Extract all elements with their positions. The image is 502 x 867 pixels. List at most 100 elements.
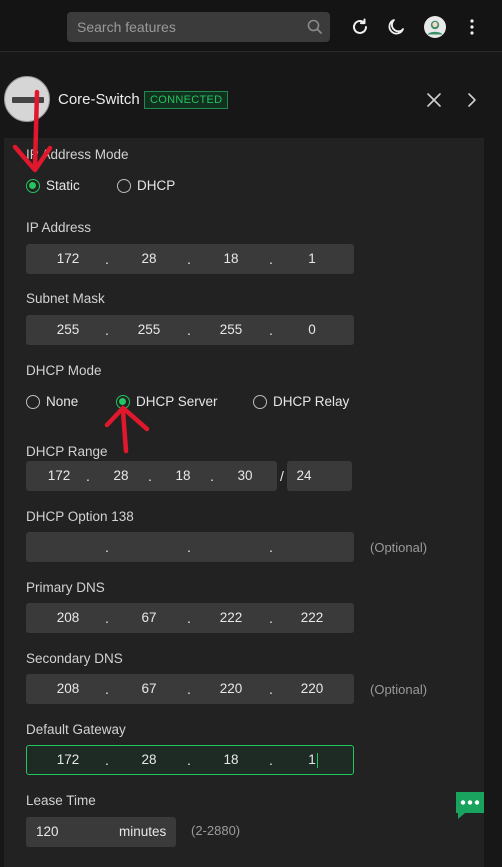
ip-dot: . [105,681,109,697]
ip-dot: . [269,251,273,267]
ip-octet-3[interactable]: 18 [206,244,256,274]
ip-dot: . [86,468,90,484]
radio-dhcp-label: DHCP [137,178,176,193]
switch-icon [12,97,44,103]
default-gateway-field[interactable]: 172 . 28 . 18 . 1 [26,745,354,775]
ip-dot: . [105,322,109,338]
close-icon[interactable] [426,92,442,108]
range-octet-3[interactable]: 18 [158,461,208,491]
prefix-value[interactable]: 24 [279,461,329,491]
ip-dot: . [187,752,191,768]
user-avatar[interactable] [423,15,447,39]
ip-dot: . [210,468,214,484]
mask-octet-1[interactable]: 255 [43,315,93,345]
ip-dot: . [269,610,273,626]
dhcp-range-label: DHCP Range [26,444,108,459]
radio-static-indicator[interactable] [26,178,40,193]
dhcp-option-138-field[interactable]: . . . [26,532,354,562]
dhcp-mode-label: DHCP Mode [26,363,102,378]
dhcp-option-138-label: DHCP Option 138 [26,509,134,524]
optional-hint: (Optional) [370,682,428,697]
chat-icon[interactable] [453,789,487,823]
ip-dot: . [187,251,191,267]
sdns-octet-3[interactable]: 220 [206,674,256,704]
ip-dot: . [105,610,109,626]
lease-time-label: Lease Time [26,793,96,808]
radio-static[interactable]: Static [26,178,80,193]
range-octet-4[interactable]: 30 [220,461,270,491]
ip-dot: . [269,322,273,338]
text-cursor [317,753,318,768]
pdns-octet-4[interactable]: 222 [287,603,337,633]
dhcp-prefix-field[interactable]: 24 [287,461,352,491]
radio-none-label: None [46,394,79,409]
opt138-octet-4[interactable] [287,532,337,562]
refresh-icon[interactable] [349,16,371,38]
moon-icon[interactable] [386,16,408,38]
dhcp-range-field[interactable]: 172 . 28 . 18 . 30 [26,461,277,491]
pdns-octet-3[interactable]: 222 [206,603,256,633]
gw-octet-3[interactable]: 18 [206,745,256,775]
sdns-octet-1[interactable]: 208 [43,674,93,704]
secondary-dns-field[interactable]: 208 . 67 . 220 . 220 [26,674,354,704]
ip-octet-4[interactable]: 1 [287,244,337,274]
ip-octet-2[interactable]: 28 [124,244,174,274]
mask-octet-3[interactable]: 255 [206,315,256,345]
radio-dhcp[interactable]: DHCP [117,178,175,193]
radio-dhcp-server[interactable]: DHCP Server [116,394,218,409]
search-box[interactable] [67,12,330,42]
mask-octet-4[interactable]: 0 [287,315,337,345]
radio-dhcp-server-label: DHCP Server [136,394,218,409]
default-gateway-label: Default Gateway [26,722,126,737]
ip-dot: . [269,539,273,555]
gw-octet-1[interactable]: 172 [43,745,93,775]
radio-dhcp-server-indicator[interactable] [116,394,130,409]
ip-dot: . [105,752,109,768]
ip-dot: . [148,468,152,484]
gw-octet-2[interactable]: 28 [124,745,174,775]
sdns-octet-4[interactable]: 220 [287,674,337,704]
primary-dns-label: Primary DNS [26,580,105,595]
device-avatar [4,76,50,122]
ip-dot: . [187,681,191,697]
gw-octet-4[interactable]: 1 [287,745,337,775]
range-octet-1[interactable]: 172 [34,461,84,491]
device-name: Core-Switch [58,91,140,108]
search-icon[interactable] [306,18,324,36]
radio-dhcp-relay-label: DHCP Relay [273,394,350,409]
ip-dot: . [105,251,109,267]
sdns-octet-2[interactable]: 67 [124,674,174,704]
ip-dot: . [269,752,273,768]
opt138-octet-2[interactable] [124,532,174,562]
chevron-right-icon[interactable] [464,92,480,108]
lease-time-value[interactable]: 120 [36,817,59,847]
radio-dhcp-indicator[interactable] [117,178,131,193]
ip-dot: . [269,681,273,697]
ip-address-label: IP Address [26,220,92,235]
subnet-mask-field[interactable]: 255 . 255 . 255 . 0 [26,315,354,345]
ip-dot: . [187,610,191,626]
pdns-octet-2[interactable]: 67 [124,603,174,633]
radio-none[interactable]: None [26,394,78,409]
primary-dns-field[interactable]: 208 . 67 . 222 . 222 [26,603,354,633]
opt138-octet-3[interactable] [206,532,256,562]
ip-address-field[interactable]: 172 . 28 . 18 . 1 [26,244,354,274]
radio-static-label: Static [46,178,80,193]
lease-time-unit: minutes [119,824,167,839]
mask-octet-2[interactable]: 255 [124,315,174,345]
subnet-mask-label: Subnet Mask [26,291,105,306]
radio-none-indicator[interactable] [26,394,40,409]
radio-dhcp-relay[interactable]: DHCP Relay [253,394,349,409]
more-vertical-icon[interactable] [461,16,483,38]
opt138-octet-1[interactable] [43,532,93,562]
lease-time-field[interactable]: 120 minutes [26,817,176,847]
lease-range-hint: (2-2880) [191,823,241,838]
ip-octet-1[interactable]: 172 [43,244,93,274]
optional-hint: (Optional) [370,540,428,555]
search-input[interactable] [77,12,302,42]
range-octet-2[interactable]: 28 [96,461,146,491]
radio-dhcp-relay-indicator[interactable] [253,394,267,409]
ip-dot: . [187,539,191,555]
ip-dot: . [187,322,191,338]
pdns-octet-1[interactable]: 208 [43,603,93,633]
